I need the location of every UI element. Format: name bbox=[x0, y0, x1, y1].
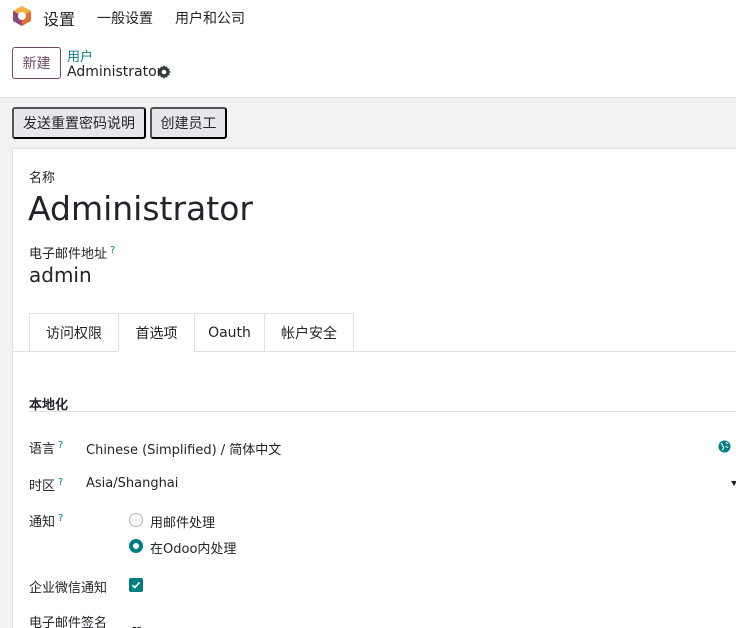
create-employee-button[interactable]: 创建员工 bbox=[150, 107, 227, 139]
tab-access-rights[interactable]: 访问权限 bbox=[29, 313, 119, 352]
timezone-select[interactable]: Asia/Shanghai bbox=[86, 476, 178, 491]
language-label: 语言? bbox=[29, 438, 63, 457]
section-divider bbox=[29, 411, 736, 412]
name-label: 名称 bbox=[29, 171, 56, 186]
email-field[interactable]: admin bbox=[29, 263, 92, 287]
tab-oauth[interactable]: Oauth bbox=[194, 313, 265, 352]
language-select[interactable]: Chinese (Simplified) / 简体中文 bbox=[86, 439, 281, 458]
caret-down-icon[interactable] bbox=[731, 481, 736, 486]
breadcrumb-users[interactable]: 用户 bbox=[67, 46, 93, 65]
app-title[interactable]: 设置 bbox=[43, 6, 75, 30]
help-icon[interactable]: ? bbox=[58, 477, 63, 488]
help-icon[interactable]: ? bbox=[110, 245, 115, 256]
timezone-label-text: 时区 bbox=[29, 479, 56, 494]
wechat-label: 企业微信通知 bbox=[29, 581, 108, 596]
top-navbar: 设置 一般设置 用户和公司 bbox=[0, 0, 736, 34]
name-field[interactable]: Administrator bbox=[28, 189, 253, 228]
notification-label-text: 通知 bbox=[29, 515, 56, 530]
gear-icon[interactable] bbox=[157, 65, 171, 79]
menu-users-companies[interactable]: 用户和公司 bbox=[175, 8, 245, 28]
notification-label: 通知? bbox=[29, 511, 63, 530]
radio-email[interactable] bbox=[129, 513, 143, 527]
timezone-label: 时区? bbox=[29, 475, 63, 494]
new-button[interactable]: 新建 bbox=[12, 47, 61, 79]
check-icon bbox=[131, 581, 141, 589]
email-label-text: 电子邮件地址 bbox=[29, 247, 108, 262]
language-label-text: 语言 bbox=[29, 442, 56, 457]
radio-odoo-label[interactable]: 在Odoo内处理 bbox=[150, 538, 236, 557]
send-reset-password-button[interactable]: 发送重置密码说明 bbox=[12, 107, 146, 139]
radio-odoo[interactable] bbox=[129, 539, 143, 553]
email-label: 电子邮件地址? bbox=[29, 243, 115, 262]
signature-label: 电子邮件签名 bbox=[29, 616, 108, 628]
menu-general-settings[interactable]: 一般设置 bbox=[97, 8, 153, 28]
tab-account-security[interactable]: 帐户安全 bbox=[264, 313, 354, 352]
globe-icon[interactable] bbox=[718, 440, 731, 453]
radio-email-label[interactable]: 用邮件处理 bbox=[150, 512, 215, 531]
odoo-logo-icon[interactable] bbox=[11, 5, 33, 27]
signature-field[interactable]: -- bbox=[132, 620, 141, 628]
help-icon[interactable]: ? bbox=[58, 440, 63, 451]
tab-preferences[interactable]: 首选项 bbox=[118, 313, 195, 352]
help-icon[interactable]: ? bbox=[58, 513, 63, 524]
breadcrumb-current-record: Administrator bbox=[67, 64, 163, 80]
wechat-checkbox[interactable] bbox=[129, 578, 143, 592]
